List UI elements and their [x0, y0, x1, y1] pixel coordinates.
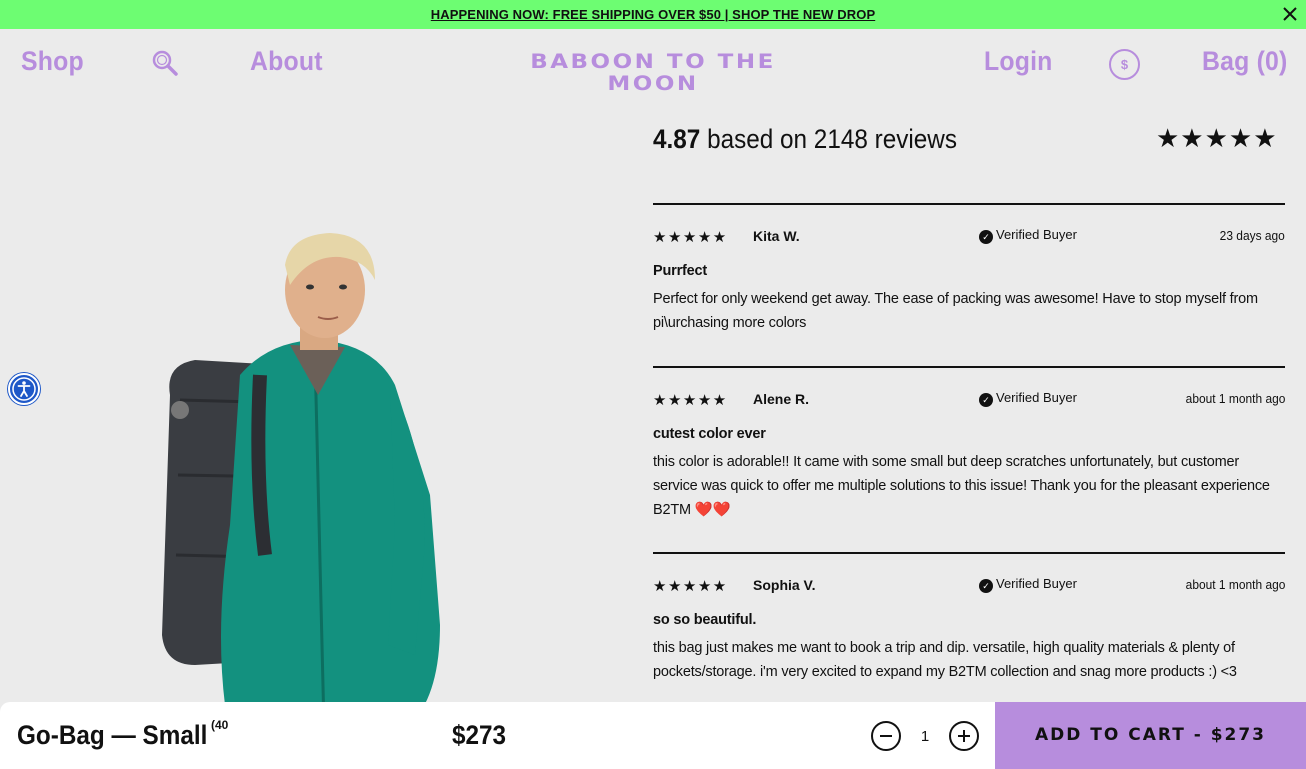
- currency-selector[interactable]: $: [1109, 49, 1140, 80]
- verified-badge: ✓ Verified Buyer: [979, 576, 1077, 593]
- accessibility-icon: [12, 377, 36, 401]
- nav-about[interactable]: About: [250, 46, 323, 77]
- nav-bag[interactable]: Bag (0): [1202, 46, 1287, 77]
- verified-badge: ✓ Verified Buyer: [979, 390, 1077, 407]
- review-stars-icon: ★★★★★: [653, 577, 728, 595]
- review-title: Purrfect: [653, 263, 707, 279]
- review-score: 4.87: [653, 124, 701, 154]
- announcement-link[interactable]: HAPPENING NOW: FREE SHIPPING OVER $50 | …: [0, 7, 1306, 22]
- review-body: this bag just makes me want to book a tr…: [653, 640, 1237, 680]
- quantity-increase-button[interactable]: [949, 721, 979, 751]
- product-name: Go-Bag — Small: [17, 720, 208, 750]
- nav-shop[interactable]: Shop: [21, 46, 84, 77]
- reviewer-name: Kita W.: [753, 228, 800, 244]
- quantity-decrease-button[interactable]: [871, 721, 901, 751]
- check-icon: ✓: [979, 393, 993, 407]
- reviewer-name: Alene R.: [753, 391, 810, 407]
- review-title: so so beautiful.: [653, 612, 757, 628]
- review-body: Perfect for only weekend get away. The e…: [653, 291, 1258, 331]
- announcement-bar: HAPPENING NOW: FREE SHIPPING OVER $50 | …: [0, 0, 1306, 29]
- verified-badge: ✓ Verified Buyer: [979, 227, 1077, 244]
- quantity-value[interactable]: 1: [915, 728, 935, 745]
- review-item: ★★★★★ Kita W. ✓ Verified Buyer 23 days ag…: [653, 203, 1285, 331]
- review-date: about 1 month ago: [1185, 391, 1285, 406]
- review-count-text: based on 2148 reviews: [707, 124, 957, 154]
- nav-login[interactable]: Login: [984, 46, 1053, 77]
- reviews-summary: 4.87 based on 2148 reviews: [653, 124, 957, 155]
- verified-label: Verified Buyer: [996, 227, 1077, 242]
- review-stars-icon: ★★★★★: [653, 391, 728, 409]
- product-image: [162, 233, 440, 769]
- accessibility-button[interactable]: [8, 373, 40, 405]
- product-price: $273: [452, 720, 507, 750]
- review-date: 23 days ago: [1219, 228, 1285, 243]
- reviewer-name: Sophia V.: [753, 577, 816, 593]
- review-body: this color is adorable!! It came with so…: [653, 454, 1270, 518]
- review-stars-icon: ★★★★★: [653, 228, 728, 246]
- check-icon: ✓: [979, 579, 993, 593]
- sticky-product-bar: Go-Bag — Small (40 $273 1: [0, 702, 995, 769]
- summary-stars-icon: ★★★★★: [1156, 124, 1278, 154]
- verified-label: Verified Buyer: [996, 576, 1077, 591]
- review-item: ★★★★★ Sophia V. ✓ Verified Buyer about 1 …: [653, 552, 1285, 680]
- check-icon: ✓: [979, 230, 993, 244]
- product-review-count[interactable]: (40: [211, 718, 228, 732]
- close-icon[interactable]: [1282, 6, 1298, 22]
- verified-label: Verified Buyer: [996, 390, 1077, 405]
- review-title: cutest color ever: [653, 426, 766, 442]
- review-date: about 1 month ago: [1185, 577, 1285, 592]
- add-to-cart-button[interactable]: ADD TO CART - $273: [995, 702, 1306, 769]
- search-icon[interactable]: [151, 49, 179, 77]
- site-logo[interactable]: BABOON TO THE MOON: [486, 51, 820, 95]
- review-item: ★★★★★ Alene R. ✓ Verified Buyer about 1 m…: [653, 366, 1285, 518]
